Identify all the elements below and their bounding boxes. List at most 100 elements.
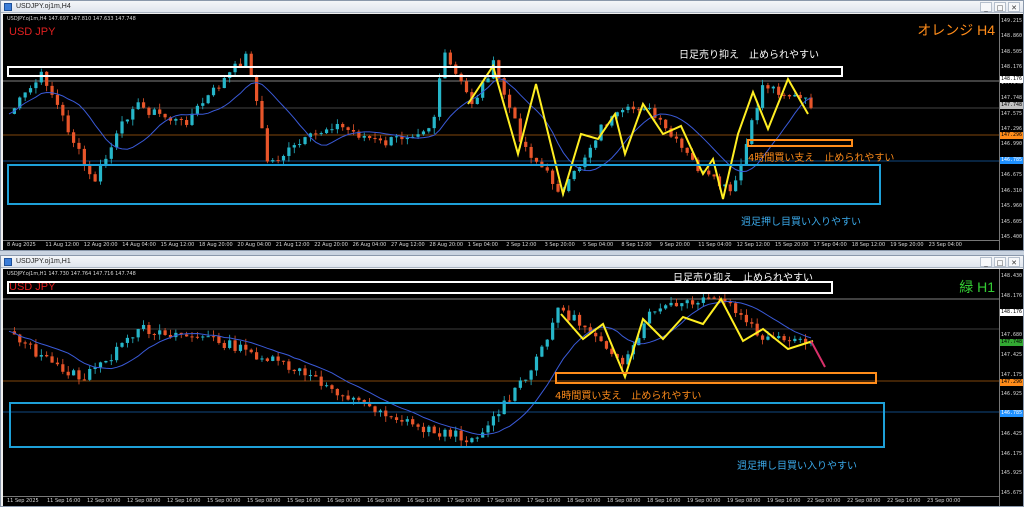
candle-body <box>647 108 652 110</box>
window-titlebar[interactable]: USDJPY.oj1m,H1 _ □ ✕ <box>1 256 1023 268</box>
close-button[interactable]: ✕ <box>1008 2 1020 12</box>
candle-body <box>701 297 705 303</box>
candle-body <box>583 325 587 328</box>
price-chart-h1[interactable]: USDJPY.oj1m,H1 147.730 147.764 147.716 1… <box>3 269 1023 506</box>
candle-body <box>233 340 237 351</box>
price-axis[interactable]: 148.430148.176147.930147.680147.425147.1… <box>999 269 1023 506</box>
candle-body <box>427 128 431 132</box>
weekly-dip-buy-zone[interactable] <box>9 402 885 448</box>
candle-body <box>217 87 221 89</box>
time-tick-label: 22 Aug 20:00 <box>314 242 348 248</box>
time-tick-label: 19 Sep 16:00 <box>767 498 801 504</box>
window-titlebar[interactable]: USDJPY.oj1m,H4 _ □ ✕ <box>1 1 1023 13</box>
price-tick-label: 146.310 <box>1000 187 1022 194</box>
candle-body <box>674 136 679 139</box>
chart-window-icon <box>4 258 12 266</box>
candle-body <box>308 375 313 377</box>
candle-body <box>341 123 345 128</box>
candlestick-series[interactable] <box>3 14 999 240</box>
candle-body <box>362 136 366 138</box>
ohlc-info-bar: USDJPY.oj1m,H4 147.697 147.810 147.633 1… <box>7 16 136 22</box>
candle-body <box>314 133 318 135</box>
weekly-dip-buy-zone[interactable] <box>7 164 881 205</box>
candle-body <box>28 343 33 345</box>
candle-body <box>658 308 662 312</box>
candle-body <box>244 53 248 67</box>
candle-body <box>712 297 716 299</box>
chart-window-h4[interactable]: USDJPY.oj1m,H4 _ □ ✕ USDJPY.oj1m,H4 147.… <box>0 0 1024 251</box>
price-tick-label: 148.430 <box>1000 273 1022 279</box>
candle-body <box>540 346 544 357</box>
candle-body <box>664 119 668 129</box>
candle-body <box>152 109 156 115</box>
candle-body <box>760 85 765 108</box>
resistance-annotation: 日足売り抑え 止められやすい <box>673 273 813 284</box>
time-tick-label: 17 Sep 00:00 <box>447 498 481 504</box>
candle-body <box>787 340 792 342</box>
candle-body <box>561 307 566 311</box>
candle-body <box>260 100 264 129</box>
candle-body <box>120 342 124 347</box>
minimize-button[interactable]: _ <box>980 2 992 12</box>
candle-body <box>158 109 162 114</box>
time-tick-label: 15 Sep 00:00 <box>207 498 241 504</box>
candle-body <box>82 148 86 165</box>
candle-body <box>254 352 259 360</box>
candle-body <box>529 146 533 158</box>
chart-window-h1[interactable]: USDJPY.oj1m,H1 _ □ ✕ USDJPY.oj1m,H1 147.… <box>0 255 1024 507</box>
candle-body <box>513 387 517 401</box>
candle-body <box>368 136 372 139</box>
close-button[interactable]: ✕ <box>1008 257 1020 267</box>
candle-body <box>217 336 221 343</box>
price-axis[interactable]: 149.215148.860148.505148.176147.940147.7… <box>999 14 1023 250</box>
time-axis[interactable]: 11 Sep 2025 11 Sep 16:00 12 Sep 00:00 12 Se… <box>3 496 999 506</box>
candle-body <box>389 137 393 146</box>
candle-body <box>228 340 232 348</box>
time-tick-label: 17 Sep 08:00 <box>487 498 521 504</box>
candle-body <box>109 360 113 362</box>
price-tick-label: 145.605 <box>1000 218 1022 225</box>
time-tick-label: 12 Sep 16:00 <box>167 498 201 504</box>
time-tick-label: 8 Sep 12:00 <box>621 242 652 248</box>
candle-body <box>335 123 339 130</box>
time-axis[interactable]: 8 Aug 2025 11 Aug 12:00 12 Aug 20:00 14 Aug… <box>3 240 999 250</box>
minimize-button[interactable]: _ <box>980 257 992 267</box>
daily-resistance-zone[interactable] <box>7 66 843 77</box>
price-chart-h4[interactable]: USDJPY.oj1m,H4 147.697 147.810 147.633 1… <box>3 14 1023 250</box>
candle-body <box>556 307 560 323</box>
candle-body <box>594 332 598 337</box>
candle-body <box>604 341 609 349</box>
candle-body <box>798 338 802 340</box>
time-tick-label: 17 Sep 04:00 <box>813 242 847 248</box>
candle-body <box>244 344 248 350</box>
candle-body <box>195 105 199 114</box>
candle-body <box>464 81 469 93</box>
candle-body <box>50 356 54 363</box>
h4-support-zone[interactable] <box>747 139 853 147</box>
time-tick-label: 2 Sep 12:00 <box>506 242 537 248</box>
time-tick-label: 15 Sep 20:00 <box>775 242 809 248</box>
candle-body <box>621 357 625 365</box>
maximize-button[interactable]: □ <box>994 257 1006 267</box>
price-level-tag: 147.748 <box>1000 102 1023 109</box>
h4-support-zone[interactable] <box>555 372 877 384</box>
candle-body <box>346 127 350 130</box>
candle-body <box>486 78 490 83</box>
candle-body <box>766 85 770 89</box>
candle-body <box>104 360 108 363</box>
candle-body <box>771 86 775 89</box>
forecast-line <box>810 340 826 368</box>
chart-window-icon <box>4 3 12 11</box>
candle-body <box>66 115 70 133</box>
candle-body <box>281 360 286 362</box>
price-tick-label: 147.748 <box>1000 95 1022 102</box>
candle-body <box>631 106 635 110</box>
candle-body <box>755 107 759 121</box>
maximize-button[interactable]: □ <box>994 2 1006 12</box>
candle-body <box>432 116 436 129</box>
candle-body <box>222 342 226 348</box>
candle-body <box>120 121 124 134</box>
window-title: USDJPY.oj1m,H4 <box>16 3 71 10</box>
weekly-annotation: 週足押し目買い入りやすい <box>737 461 857 472</box>
candle-body <box>777 336 781 339</box>
